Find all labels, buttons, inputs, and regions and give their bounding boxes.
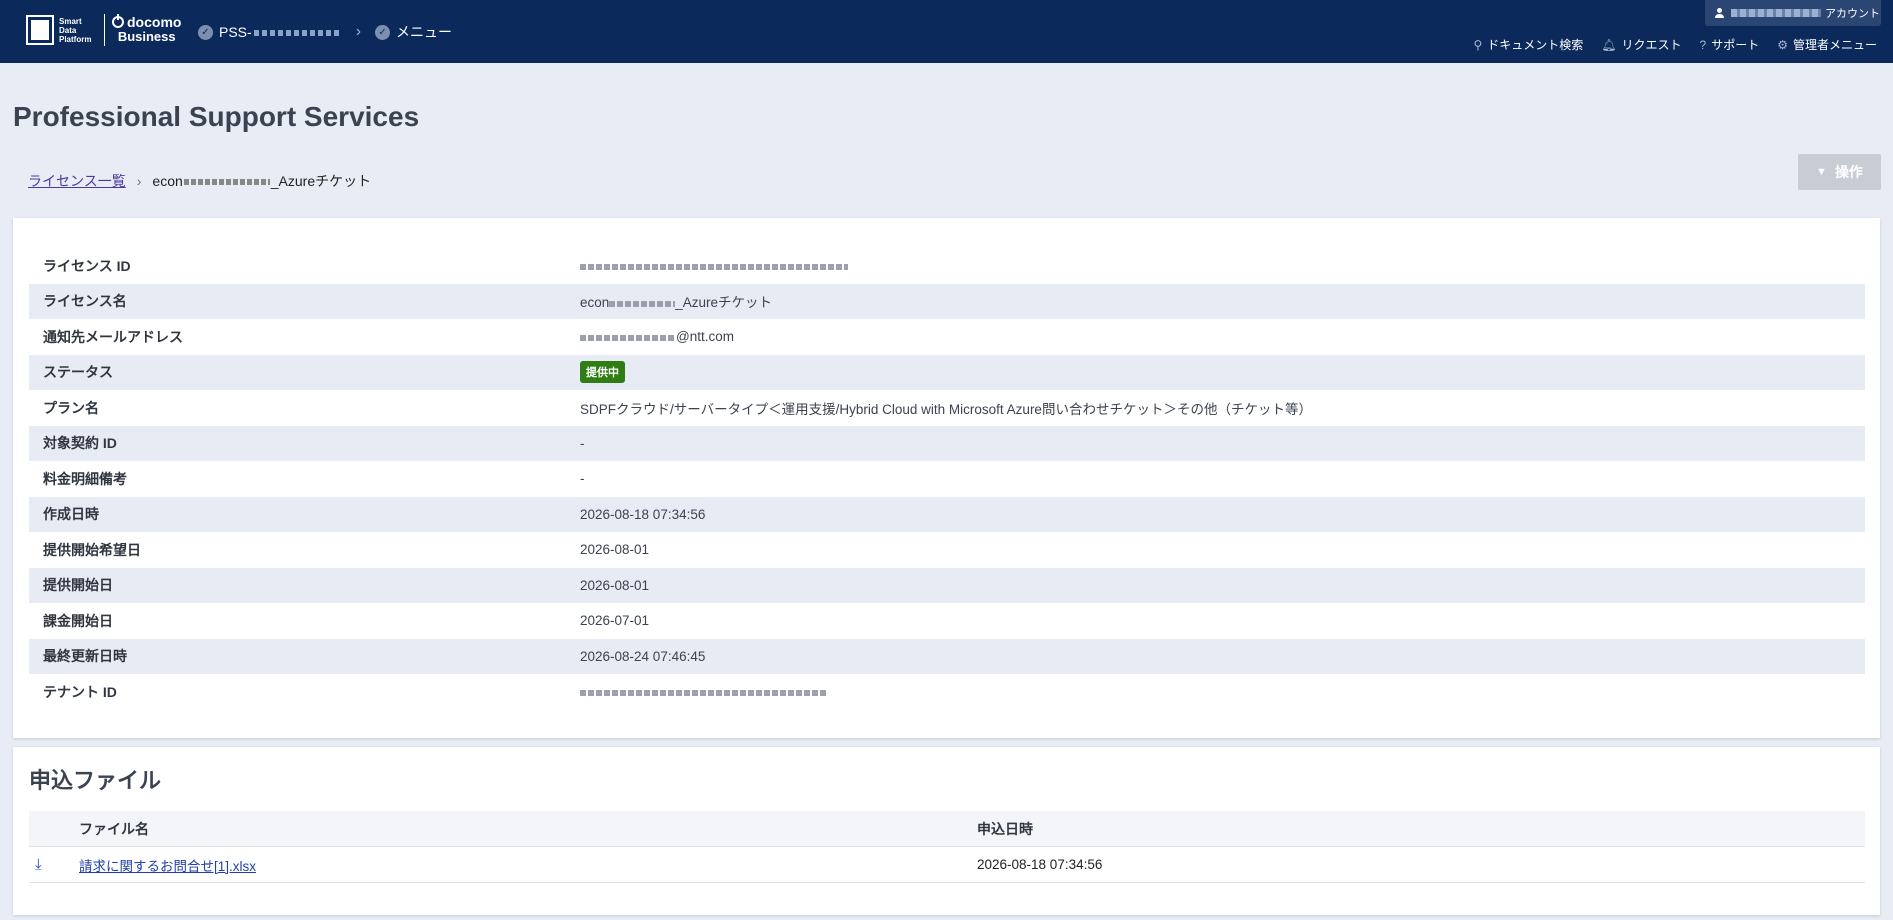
detail-row-license-name: ライセンス名 econ _Azureチケット bbox=[29, 283, 1865, 319]
detail-row-license-id: ライセンス ID bbox=[29, 248, 1865, 284]
nav-support[interactable]: ? サポート bbox=[1700, 36, 1760, 53]
brand-logos[interactable]: Smart Data Platform docomo Business bbox=[26, 14, 181, 46]
docomo-business-logo: docomo Business bbox=[112, 14, 181, 45]
help-icon: ? bbox=[1699, 37, 1707, 52]
detail-row-billing-note: 料金明細備考 - bbox=[43, 470, 585, 487]
nav-document-search[interactable]: ⚲ ドキュメント検索 bbox=[1473, 36, 1583, 53]
user-icon bbox=[1715, 8, 1725, 18]
sdp-logo-text: Smart Data Platform bbox=[59, 16, 92, 44]
redacted-text bbox=[580, 263, 848, 270]
detail-row-billing-start: 課金開始日 2026-07-01 bbox=[43, 612, 650, 629]
sdp-logo-icon bbox=[26, 15, 54, 45]
top-header: Smart Data Platform docomo Business ✓ PS… bbox=[0, 0, 1893, 63]
top-breadcrumb: ✓ PSS- › ✓ メニュー bbox=[198, 22, 452, 42]
docomo-mark-icon bbox=[112, 14, 124, 28]
detail-row-status: ステータス 提供中 bbox=[29, 354, 1865, 390]
chevron-right-icon: › bbox=[355, 23, 362, 40]
breadcrumb-pss[interactable]: PSS- bbox=[219, 24, 342, 40]
table-row: ⤓ 請求に関するお問合せ[1].xlsx 2026-08-18 07:34:56 bbox=[29, 847, 1865, 883]
file-date: 2026-08-18 07:34:56 bbox=[977, 857, 1103, 872]
column-header-date: 申込日時 bbox=[977, 820, 1033, 837]
chevron-right-icon: › bbox=[136, 173, 142, 189]
search-icon: ⚲ bbox=[1473, 37, 1483, 52]
redacted-text bbox=[580, 689, 828, 696]
check-icon: ✓ bbox=[375, 24, 391, 40]
files-table: ファイル名 申込日時 ⤓ 請求に関するお問合せ[1].xlsx 2026-08-… bbox=[29, 811, 1865, 883]
redacted-text bbox=[253, 30, 342, 37]
page-title: Professional Support Services bbox=[13, 101, 420, 132]
application-files-card: 申込ファイル ファイル名 申込日時 ⤓ 請求に関するお問合せ[1].xlsx 2… bbox=[13, 747, 1880, 915]
files-section-title: 申込ファイル bbox=[29, 768, 162, 793]
bell-icon: 🔔︎ bbox=[1601, 37, 1617, 52]
breadcrumb: ライセンス一覧 › econ _Azureチケット bbox=[28, 171, 371, 191]
detail-row-contract-id: 対象契約 ID - bbox=[29, 425, 1865, 461]
column-header-file-name: ファイル名 bbox=[79, 820, 149, 837]
status-badge: 提供中 bbox=[580, 361, 625, 384]
nav-admin-menu[interactable]: ⚙ 管理者メニュー bbox=[1777, 36, 1877, 53]
redacted-text bbox=[1731, 9, 1821, 17]
brand-divider bbox=[104, 14, 105, 46]
check-icon: ✓ bbox=[198, 24, 213, 40]
gear-icon: ⚙ bbox=[1777, 37, 1788, 52]
detail-row-tenant-id: テナント ID bbox=[29, 674, 1865, 710]
detail-row-start: 提供開始日 2026-08-01 bbox=[29, 567, 1865, 603]
download-icon[interactable]: ⤓ bbox=[35, 856, 42, 873]
chevron-down-icon: ▼ bbox=[1816, 166, 1827, 178]
breadcrumb-menu[interactable]: メニュー bbox=[396, 22, 452, 42]
files-table-header: ファイル名 申込日時 bbox=[29, 811, 1865, 847]
redacted-text bbox=[580, 334, 676, 341]
breadcrumb-current: econ _Azureチケット bbox=[152, 173, 372, 189]
redacted-text bbox=[609, 300, 676, 307]
detail-table: ライセンス ID ライセンス名 econ _Azureチケット 通知先メールアドレ… bbox=[29, 248, 1865, 710]
operation-button[interactable]: ▼ 操作 bbox=[1798, 154, 1881, 190]
detail-row-desired-start: 提供開始希望日 2026-08-01 bbox=[43, 541, 650, 558]
top-nav: ⚲ ドキュメント検索 🔔︎ リクエスト ? サポート ⚙ 管理者メニュー bbox=[1455, 36, 1877, 53]
detail-row-email: 通知先メールアドレス @ntt.com bbox=[43, 328, 734, 345]
nav-request[interactable]: 🔔︎ リクエスト bbox=[1601, 36, 1681, 53]
license-detail-card: ライセンス ID ライセンス名 econ _Azureチケット 通知先メールアドレ… bbox=[13, 218, 1880, 738]
detail-row-plan: プラン名 SDPFクラウド/サーバータイプ＜運用支援/Hybrid Cloud … bbox=[43, 399, 1312, 417]
breadcrumb-license-list-link[interactable]: ライセンス一覧 bbox=[28, 171, 126, 191]
redacted-text bbox=[183, 179, 270, 186]
account-menu[interactable]: アカウント bbox=[1705, 0, 1881, 26]
detail-row-updated: 最終更新日時 2026-08-24 07:46:45 bbox=[29, 638, 1865, 674]
file-link[interactable]: 請求に関するお問合せ[1].xlsx bbox=[79, 859, 256, 874]
detail-row-created: 作成日時 2026-08-18 07:34:56 bbox=[29, 496, 1865, 532]
